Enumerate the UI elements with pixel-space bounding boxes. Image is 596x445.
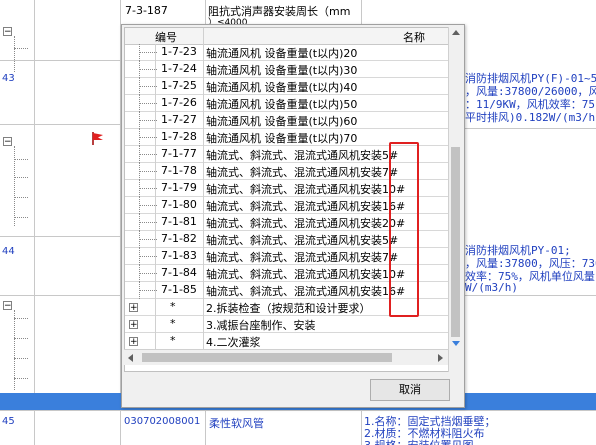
- quota-code: 7-1-79: [161, 181, 197, 194]
- tree-line: [14, 177, 28, 178]
- expand-icon[interactable]: +: [129, 320, 138, 330]
- quota-row[interactable]: 1-7-27 轴流通风机 设备重量(t以内)60: [125, 112, 449, 129]
- group-row[interactable]: + * 4.二次灌浆: [125, 333, 449, 350]
- row-43-desc-4: 平时排风)0.182W/(m3/h): [465, 111, 596, 124]
- group-row[interactable]: + * 3.减振台座制作、安装: [125, 316, 449, 333]
- top-row-name-cont: ）≤4000: [208, 18, 248, 24]
- row-44-desc-4: W/(m3/h): [465, 281, 518, 294]
- quota-code: 7-1-81: [161, 215, 197, 228]
- flag-icon: [92, 132, 103, 145]
- quota-code: 1-7-23: [161, 45, 197, 58]
- tree-line: [14, 48, 28, 49]
- quota-row[interactable]: 1-7-23 轴流通风机 设备重量(t以内)20: [125, 44, 449, 61]
- row-divider: [0, 410, 596, 411]
- scroll-down-icon[interactable]: [452, 341, 460, 346]
- tree-line: [14, 338, 28, 339]
- quota-name: 轴流通风机 设备重量(t以内)30: [206, 64, 358, 77]
- collapse-icon[interactable]: −: [3, 27, 12, 37]
- tree-line: [14, 36, 15, 72]
- collapse-icon[interactable]: −: [3, 301, 12, 311]
- expand-icon[interactable]: +: [129, 303, 138, 313]
- vertical-scrollbar[interactable]: [448, 27, 462, 372]
- group-marker: *: [170, 334, 176, 347]
- quota-name: 轴流通风机 设备重量(t以内)20: [206, 47, 358, 60]
- annotation-highlight-box: [389, 142, 419, 317]
- tree-line: [14, 159, 28, 160]
- scroll-thumb[interactable]: [451, 147, 460, 337]
- group-marker: *: [170, 300, 176, 313]
- tree-line: [14, 378, 28, 379]
- tree-line: [14, 146, 15, 226]
- column-divider: [205, 0, 206, 24]
- row-divider: [0, 236, 121, 237]
- top-row-code: 7-3-187: [125, 4, 168, 17]
- column-divider: [34, 0, 35, 445]
- column-separator: [203, 28, 204, 352]
- column-separator: [155, 44, 156, 352]
- tree-line: [14, 197, 28, 198]
- quota-name: 轴流通风机 设备重量(t以内)60: [206, 115, 358, 128]
- column-divider: [361, 0, 362, 24]
- grid-header: 编号 名称: [125, 28, 449, 45]
- hscroll-thumb[interactable]: [142, 353, 392, 362]
- row-divider: [0, 124, 121, 125]
- row-45-name: 柔性软风管: [209, 417, 264, 430]
- row-45-desc-3: 3.规格：安装位置见图: [364, 437, 474, 445]
- row-45-code: 030702008001: [124, 416, 201, 427]
- scroll-up-icon[interactable]: [452, 30, 460, 35]
- quota-code: 7-1-77: [161, 147, 197, 160]
- row-divider: [465, 128, 596, 129]
- quota-code: 7-1-82: [161, 232, 197, 245]
- row-number: 43: [2, 73, 15, 84]
- group-name: 4.二次灌浆: [206, 336, 261, 349]
- collapse-icon[interactable]: −: [3, 137, 12, 147]
- expand-icon[interactable]: +: [129, 337, 138, 347]
- row-divider: [0, 295, 121, 296]
- quota-code: 1-7-25: [161, 79, 197, 92]
- row-number: 44: [2, 246, 15, 257]
- row-divider: [0, 60, 121, 61]
- scroll-left-icon[interactable]: [128, 354, 133, 362]
- quota-code: 1-7-27: [161, 113, 197, 126]
- quota-code: 1-7-28: [161, 130, 197, 143]
- row-divider: [465, 295, 596, 296]
- header-code: 编号: [155, 31, 177, 44]
- quota-row[interactable]: 1-7-24 轴流通风机 设备重量(t以内)30: [125, 61, 449, 78]
- tree-line: [14, 217, 28, 218]
- tree-line: [14, 358, 28, 359]
- quota-code: 7-1-78: [161, 164, 197, 177]
- cancel-button[interactable]: 取消: [370, 379, 450, 401]
- column-divider: [205, 410, 206, 445]
- column-divider: [361, 410, 362, 445]
- quota-code: 7-1-80: [161, 198, 197, 211]
- horizontal-scrollbar[interactable]: [124, 349, 448, 365]
- quota-code: 1-7-24: [161, 62, 197, 75]
- row-number: 45: [2, 416, 15, 427]
- scroll-right-icon[interactable]: [438, 354, 443, 362]
- group-name: 3.减振台座制作、安装: [206, 319, 316, 332]
- tree-line: [14, 318, 28, 319]
- quota-code: 7-1-85: [161, 283, 197, 296]
- scroll-track[interactable]: [451, 41, 460, 147]
- header-name: 名称: [403, 31, 425, 44]
- quota-row[interactable]: 1-7-25 轴流通风机 设备重量(t以内)40: [125, 78, 449, 95]
- quota-name: 轴流通风机 设备重量(t以内)50: [206, 98, 358, 111]
- quota-code: 1-7-26: [161, 96, 197, 109]
- quota-row[interactable]: 1-7-26 轴流通风机 设备重量(t以内)50: [125, 95, 449, 112]
- group-marker: *: [170, 317, 176, 330]
- quota-code: 7-1-83: [161, 249, 197, 262]
- quota-code: 7-1-84: [161, 266, 197, 279]
- quota-name: 轴流通风机 设备重量(t以内)40: [206, 81, 358, 94]
